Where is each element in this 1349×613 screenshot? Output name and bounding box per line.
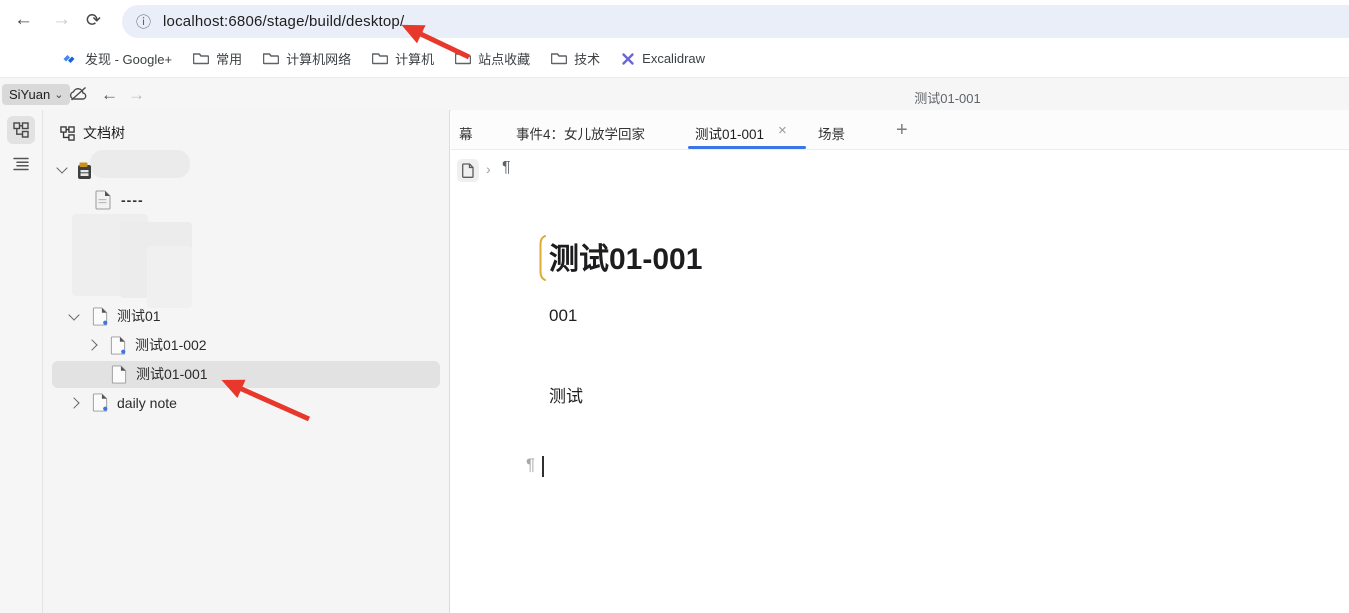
- dock-doc-tree-button[interactable]: [7, 116, 35, 144]
- bookmark-folder-tech[interactable]: 技术: [551, 49, 600, 68]
- doc-tree-icon: [60, 125, 75, 141]
- app-forward-icon[interactable]: →: [128, 84, 145, 105]
- app-back-icon[interactable]: ←: [101, 84, 118, 105]
- chevron-down-icon: [68, 308, 80, 321]
- folder-icon: [193, 53, 210, 65]
- folder-icon: [455, 53, 472, 65]
- window-title: 测试01-001: [914, 91, 981, 106]
- bookmark-folder-network[interactable]: 计算机网络: [263, 49, 351, 68]
- tree-item-notebook[interactable]: [56, 162, 68, 174]
- add-tab-icon[interactable]: +: [896, 119, 908, 142]
- chevron-right-icon: [68, 396, 80, 409]
- breadcrumb-doc-button[interactable]: [457, 159, 479, 182]
- bookmark-folder-changyong[interactable]: 常用: [193, 49, 242, 68]
- tab-mu[interactable]: 幕: [459, 123, 473, 143]
- doc-tree-icon: [13, 122, 29, 138]
- document-icon: [92, 306, 108, 326]
- browser-forward-icon[interactable]: →: [52, 9, 71, 31]
- bookmark-google-discover[interactable]: 发现 - Google+: [60, 49, 172, 68]
- editor-pane: [451, 110, 1349, 613]
- breadcrumb-chevron-icon: ›: [486, 161, 491, 177]
- tree-item-dashes[interactable]: ----: [94, 190, 144, 210]
- tree-item-label: 测试01-002: [135, 337, 207, 353]
- document-icon: [111, 364, 127, 384]
- googleplus-icon: [63, 54, 75, 63]
- tab-changjing[interactable]: 场景: [818, 123, 845, 143]
- tree-item-label: 测试01-001: [136, 366, 208, 382]
- paragraph-marker: ¶: [526, 455, 536, 474]
- excalidraw-icon: [622, 52, 634, 65]
- info-icon[interactable]: ⓘ: [136, 11, 151, 32]
- folder-icon: [551, 53, 568, 65]
- tree-item-ceshi01[interactable]: 测试01: [68, 306, 161, 326]
- title-focus-marker: [539, 235, 546, 281]
- url-text: localhost:6806/stage/build/desktop/: [163, 13, 405, 30]
- cloud-off-icon[interactable]: [69, 86, 88, 102]
- left-dock: [0, 110, 43, 613]
- bookmark-label: 发现 - Google+: [85, 52, 173, 67]
- doc-tree-header: 文档树: [60, 123, 125, 143]
- folder-icon: [372, 53, 389, 65]
- redacted-notebook-name: [90, 150, 190, 178]
- bookmark-folder-computer[interactable]: 计算机: [372, 49, 434, 68]
- redacted-tree-items: [147, 246, 192, 308]
- browser-reload-icon[interactable]: ⟳: [86, 9, 101, 31]
- empty-paragraph-block[interactable]: ¶: [526, 455, 544, 477]
- chevron-down-icon: [56, 162, 68, 174]
- document-icon: [462, 163, 474, 178]
- bookmark-excalidraw[interactable]: Excalidraw: [621, 51, 705, 66]
- bookmark-folder-sites[interactable]: 站点收藏: [455, 49, 530, 68]
- doc-title[interactable]: 测试01-001: [549, 234, 702, 278]
- chevron-right-icon: [86, 339, 98, 351]
- bookmark-label: 常用: [216, 52, 243, 67]
- siyuan-toolbar: [0, 78, 1349, 111]
- notebook-icon: [78, 162, 91, 179]
- siyuan-menu-label: SiYuan: [9, 87, 51, 102]
- bookmarks-row: 发现 - Google+ 常用 计算机网络 计算机 站点收藏 技术 Excali…: [60, 40, 705, 77]
- close-icon[interactable]: ×: [778, 122, 787, 139]
- document-icon: [95, 190, 111, 210]
- outline-icon: [13, 157, 29, 171]
- bookmark-label: 计算机: [395, 52, 435, 67]
- bookmark-label: 技术: [574, 52, 601, 67]
- tree-item-label: 测试01: [117, 308, 161, 324]
- bookmark-label: Excalidraw: [642, 51, 706, 66]
- tree-item-ceshi01-001[interactable]: 测试01-001: [110, 364, 208, 384]
- address-bar[interactable]: ⓘ localhost:6806/stage/build/desktop/: [122, 5, 1349, 38]
- paragraph-block[interactable]: 测试: [549, 382, 583, 407]
- active-tab-underline: [688, 146, 806, 149]
- browser-toolbar: ← → ⟳ ⓘ localhost:6806/stage/build/deskt…: [0, 0, 1349, 40]
- siyuan-menu-button[interactable]: SiYuan ⌄: [2, 84, 71, 105]
- bookmark-label: 计算机网络: [286, 52, 352, 67]
- tab-ceshi01-001[interactable]: 测试01-001: [695, 123, 764, 143]
- tree-item-daily-note[interactable]: daily note: [68, 393, 177, 412]
- text-cursor: [542, 456, 544, 477]
- document-icon: [92, 393, 108, 412]
- dock-outline-button[interactable]: [11, 154, 31, 174]
- folder-icon: [263, 53, 280, 65]
- chevron-down-icon: ⌄: [54, 89, 64, 101]
- doc-tree-title: 文档树: [83, 125, 125, 141]
- tree-item-label: ----: [121, 192, 144, 208]
- breadcrumb-paragraph[interactable]: ¶: [502, 159, 511, 177]
- paragraph-block[interactable]: 001: [549, 306, 577, 326]
- screen: ← → ⟳ ⓘ localhost:6806/stage/build/deskt…: [0, 0, 1349, 613]
- browser-back-icon[interactable]: ←: [14, 9, 33, 31]
- tree-item-ceshi01-002[interactable]: 测试01-002: [86, 335, 207, 355]
- tab-event4[interactable]: 事件4：女儿放学回家: [516, 123, 645, 143]
- bookmark-label: 站点收藏: [478, 52, 531, 67]
- tree-item-label: daily note: [117, 394, 177, 411]
- bookmarks-bar: 发现 - Google+ 常用 计算机网络 计算机 站点收藏 技术 Excali…: [0, 40, 1349, 112]
- document-icon: [110, 335, 126, 355]
